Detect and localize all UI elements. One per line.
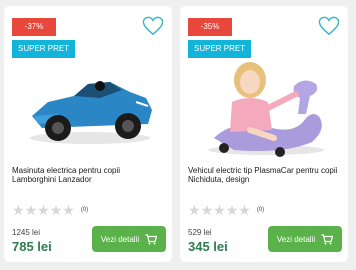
- old-price: 1245 lei: [12, 228, 41, 237]
- cart-icon: [321, 233, 334, 244]
- button-label: Vezi detalii: [276, 234, 316, 244]
- heart-icon[interactable]: [142, 16, 164, 36]
- current-price: 785 lei: [12, 239, 52, 254]
- view-details-button[interactable]: Vezi detalii: [268, 226, 342, 252]
- star-icon: ★: [49, 202, 63, 218]
- discount-badge: -37%: [12, 18, 56, 36]
- heart-icon[interactable]: [318, 16, 340, 36]
- rating-count: (0): [256, 207, 265, 213]
- star-icon: ★: [24, 202, 38, 218]
- super-pret-badge: SUPER PRET: [188, 40, 252, 58]
- old-price: 529 lei: [188, 228, 212, 237]
- product-card[interactable]: -35% SUPER PRET Vehicul electric tip Pla…: [180, 6, 348, 262]
- view-details-button[interactable]: Vezi detalii: [92, 226, 166, 252]
- product-title[interactable]: Vehicul electric tip PlasmaCar pentru co…: [188, 166, 338, 184]
- super-pret-badge: SUPER PRET: [12, 40, 76, 58]
- button-label: Vezi detalii: [100, 234, 140, 244]
- current-price: 345 lei: [188, 239, 228, 254]
- rating-stars: ★ ★ ★ ★ ★ (0): [12, 202, 89, 218]
- star-icon: ★: [62, 202, 75, 218]
- rating-stars: ★ ★ ★ ★ ★ (0): [188, 202, 265, 218]
- product-image-plasmacar[interactable]: [194, 58, 334, 158]
- star-icon: ★: [238, 202, 251, 218]
- star-icon: ★: [200, 202, 214, 218]
- star-icon: ★: [225, 202, 239, 218]
- product-title[interactable]: Masinuta electrica pentru copii Lamborgh…: [12, 166, 162, 184]
- rating-count: (0): [80, 207, 89, 213]
- discount-badge: -35%: [188, 18, 232, 36]
- star-icon: ★: [213, 202, 226, 218]
- cart-icon: [145, 233, 158, 244]
- star-icon: ★: [37, 202, 50, 218]
- star-icon: ★: [12, 202, 25, 218]
- star-icon: ★: [188, 202, 201, 218]
- product-card[interactable]: -37% SUPER PRET Masinuta electrica pentr…: [4, 6, 172, 262]
- product-image-car[interactable]: [18, 58, 158, 158]
